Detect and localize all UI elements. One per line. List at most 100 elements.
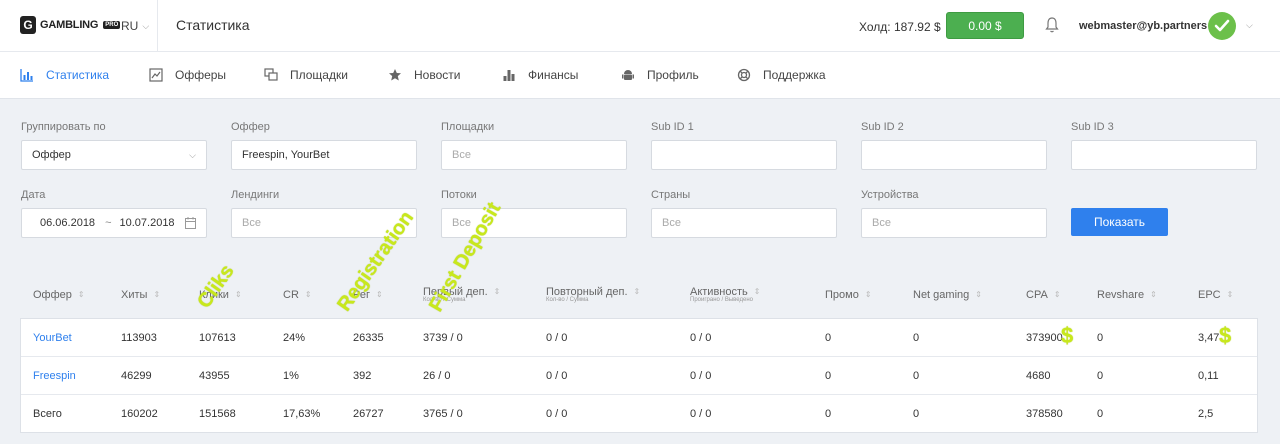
col-header-cpa[interactable]: CPA ⇕ xyxy=(1026,289,1061,301)
sites-placeholder: Все xyxy=(452,149,471,161)
user-menu-chevron-icon[interactable]: ⌵ xyxy=(1246,20,1253,31)
star-icon xyxy=(389,69,401,81)
logo-text: GAMBLING xyxy=(40,19,99,31)
countries-input[interactable]: Все xyxy=(651,208,837,238)
col-header-label: Оффер xyxy=(33,289,72,301)
offer-value: Freespin, YourBet xyxy=(242,149,330,161)
nav-label: Площадки xyxy=(290,68,348,82)
sort-icon: ⇕ xyxy=(77,290,85,299)
group-by-select[interactable]: Оффер ⌵ xyxy=(21,140,207,170)
bell-icon[interactable] xyxy=(1044,16,1060,34)
sort-icon: ⇕ xyxy=(975,290,982,299)
nav-label: Поддержка xyxy=(763,68,826,82)
table-cell: 0 xyxy=(913,408,920,420)
table-cell: 0,11 xyxy=(1198,370,1219,382)
language-label: RU xyxy=(121,19,139,33)
col-header-label: Revshare xyxy=(1097,289,1145,301)
sort-icon: ⇕ xyxy=(1150,290,1157,299)
lifebuoy-icon xyxy=(737,68,751,82)
nav-label: Финансы xyxy=(528,68,579,82)
sites-input[interactable]: Все xyxy=(441,140,627,170)
sort-icon: ⇕ xyxy=(234,290,242,299)
table-cell: 2,5 xyxy=(1198,408,1214,420)
nav-item-offers[interactable]: Офферы xyxy=(149,68,226,82)
table-cell: 113903 xyxy=(121,332,157,344)
calendar-icon xyxy=(185,217,196,229)
offer-link[interactable]: YourBet xyxy=(33,332,72,344)
table-cell: 0 xyxy=(913,332,920,344)
table-cell: 0 / 0 xyxy=(690,370,712,382)
show-button[interactable]: Показать xyxy=(1071,208,1168,236)
nav-label: Новости xyxy=(414,68,461,82)
date-label: Дата xyxy=(21,189,46,201)
nav-item-profile[interactable]: Профиль xyxy=(621,68,699,82)
col-header-label: Net gaming xyxy=(913,289,970,301)
main-nav: Статистика Офферы Площадки Новости Финан… xyxy=(0,52,1280,99)
table-row: Freespin 46299 43955 1% 392 26 / 0 0 / 0… xyxy=(21,357,1257,395)
devices-label: Устройства xyxy=(861,189,919,201)
avatar[interactable] xyxy=(1208,12,1236,40)
col-header-revshare[interactable]: Revshare ⇕ xyxy=(1097,289,1157,301)
offer-link[interactable]: Freespin xyxy=(33,370,76,382)
table-cell: 0 xyxy=(1097,408,1104,420)
nav-item-statistics[interactable]: Статистика xyxy=(20,68,109,82)
table-cell: 1% xyxy=(283,370,299,382)
sort-icon: ⇕ xyxy=(1226,290,1234,299)
table-cell: 151568 xyxy=(199,408,236,420)
table-cell: 107613 xyxy=(199,332,236,344)
table-cell: 46299 xyxy=(121,370,152,382)
col-header-label: Промо xyxy=(825,289,859,301)
table-cell: 160202 xyxy=(121,408,158,420)
col-header-activity[interactable]: Активность ⇕ Проиграно / Выведено xyxy=(690,286,760,303)
table-cell: 3,47 xyxy=(1198,332,1220,344)
logo[interactable]: G GAMBLING PRO xyxy=(20,16,121,34)
col-header-repeat-deposit[interactable]: Повторный деп. ⇕ Кол-во / Сумма xyxy=(546,286,641,303)
col-header-label: CPA xyxy=(1026,289,1048,301)
col-subheader: Проиграно / Выведено xyxy=(690,297,753,303)
table-cell: 26335 xyxy=(353,332,384,344)
devices-input[interactable]: Все xyxy=(861,208,1047,238)
col-header-promo[interactable]: Промо ⇕ xyxy=(825,289,872,301)
nav-item-sites[interactable]: Площадки xyxy=(264,68,348,82)
bars-icon xyxy=(503,70,515,81)
streams-placeholder: Все xyxy=(452,217,471,229)
table-cell: 24% xyxy=(283,332,306,344)
nav-item-support[interactable]: Поддержка xyxy=(737,68,826,82)
user-email[interactable]: webmaster@yb.partners xyxy=(1079,20,1207,32)
col-header-offer[interactable]: Оффер ⇕ xyxy=(33,289,85,301)
table-cell: 0 / 0 xyxy=(546,332,568,344)
windows-icon xyxy=(264,68,278,81)
sort-icon: ⇕ xyxy=(375,290,383,299)
col-header-label: EPC xyxy=(1198,289,1221,301)
logo-mark-icon: G xyxy=(20,16,36,34)
date-range-input[interactable]: 06.06.2018 ~ 10.07.2018 xyxy=(21,208,207,238)
language-selector[interactable]: RU ⌵ xyxy=(121,19,149,33)
sub-id-3-input[interactable] xyxy=(1071,140,1257,170)
nav-item-finance[interactable]: Финансы xyxy=(502,68,578,82)
chevron-down-icon: ⌵ xyxy=(189,150,196,160)
col-header-cr[interactable]: CR ⇕ xyxy=(283,289,312,301)
offer-input[interactable]: Freespin, YourBet xyxy=(231,140,417,170)
nav-item-news[interactable]: Новости xyxy=(388,68,460,82)
sort-icon: ⇕ xyxy=(633,287,641,296)
sub-id-1-input[interactable] xyxy=(651,140,837,170)
col-header-net-gaming[interactable]: Net gaming ⇕ xyxy=(913,289,982,301)
group-by-label: Группировать по xyxy=(21,121,106,133)
col-header-epc[interactable]: EPC ⇕ xyxy=(1198,289,1233,301)
sites-label: Площадки xyxy=(441,121,495,133)
date-separator: ~ xyxy=(105,217,112,229)
table-cell: 0 xyxy=(825,408,832,420)
table-cell: 0 / 0 xyxy=(690,332,712,344)
table-cell: 0 xyxy=(1097,370,1104,382)
sub-id-2-input[interactable] xyxy=(861,140,1047,170)
page-title: Статистика xyxy=(176,17,250,33)
col-header-hits[interactable]: Хиты ⇕ xyxy=(121,289,160,301)
chart-window-icon xyxy=(149,68,163,82)
bar-chart-icon xyxy=(20,69,33,82)
col-header-label: CR xyxy=(283,289,299,301)
date-from: 06.06.2018 xyxy=(40,217,96,229)
table-cell: 0 / 0 xyxy=(546,370,568,382)
table-cell: 0 / 0 xyxy=(546,408,568,420)
balance-button[interactable]: 0.00 $ xyxy=(946,12,1024,39)
nav-label: Профиль xyxy=(647,68,699,82)
